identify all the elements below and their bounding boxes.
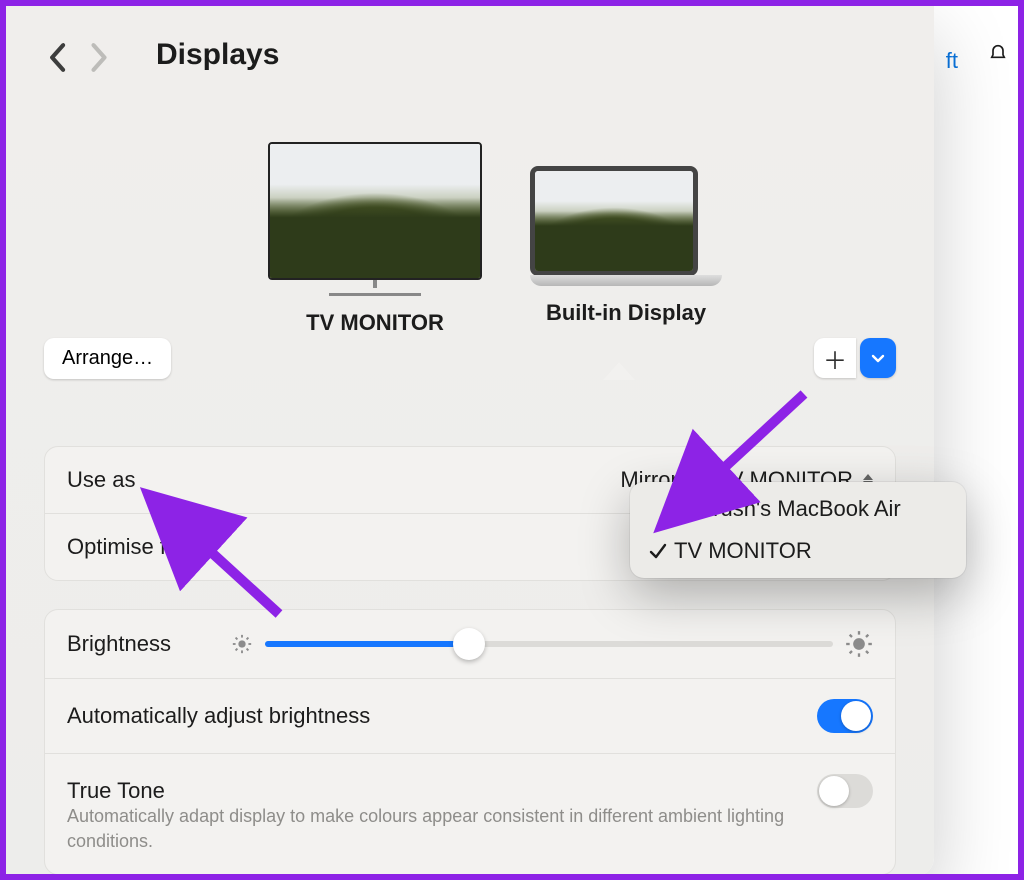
brightness-row: Brightness bbox=[45, 610, 895, 678]
add-display-button[interactable]: ＋ bbox=[814, 338, 856, 378]
true-tone-label: True Tone bbox=[67, 778, 165, 804]
true-tone-description: Automatically adapt display to make colo… bbox=[45, 804, 895, 874]
settings-group-brightness: Brightness Automatically adjust brightne… bbox=[44, 609, 896, 875]
nav-back-button[interactable] bbox=[48, 41, 70, 69]
add-display-group: ＋ bbox=[814, 338, 896, 378]
annotated-frame: ft Displays TV MONITOR Built-in D bbox=[0, 0, 1024, 880]
displays-settings-panel: Displays TV MONITOR Built-in Display Arr… bbox=[6, 6, 934, 876]
optimise-option-tv[interactable]: TV MONITOR bbox=[636, 530, 960, 572]
chevron-down-icon bbox=[870, 350, 886, 366]
popup-item-label: Paurush's MacBook Air bbox=[674, 496, 901, 522]
arrange-button[interactable]: Arrange… bbox=[44, 338, 171, 379]
brightness-slider[interactable] bbox=[231, 630, 873, 658]
brightness-high-icon bbox=[845, 630, 873, 658]
slider-track[interactable] bbox=[265, 641, 833, 647]
tv-monitor-icon bbox=[268, 142, 482, 280]
notification-bell-icon bbox=[988, 44, 1008, 68]
auto-brightness-toggle[interactable] bbox=[817, 699, 873, 733]
checkmark-icon bbox=[646, 542, 670, 560]
tv-stand-icon bbox=[329, 286, 421, 296]
use-as-label: Use as bbox=[67, 467, 135, 493]
optimise-for-label: Optimise for bbox=[67, 534, 186, 560]
macbook-base-icon bbox=[530, 275, 722, 286]
popup-item-label: TV MONITOR bbox=[674, 538, 812, 564]
brightness-label: Brightness bbox=[67, 631, 171, 657]
displays-picker: TV MONITOR Built-in Display bbox=[6, 142, 934, 342]
panel-header: Displays bbox=[6, 6, 934, 72]
background-text-fragment: ft bbox=[946, 48, 958, 74]
macbook-icon bbox=[530, 166, 698, 276]
display-label: TV MONITOR bbox=[268, 310, 482, 336]
auto-brightness-row: Automatically adjust brightness bbox=[45, 678, 895, 753]
add-display-dropdown-button[interactable] bbox=[860, 338, 896, 378]
brightness-low-icon bbox=[231, 633, 253, 655]
auto-brightness-label: Automatically adjust brightness bbox=[67, 703, 370, 729]
displays-toolbar: Arrange… ＋ bbox=[44, 338, 896, 382]
slider-knob[interactable] bbox=[453, 628, 485, 660]
page-title: Displays bbox=[156, 38, 279, 72]
optimise-option-macbook[interactable]: Paurush's MacBook Air bbox=[636, 488, 960, 530]
optimise-for-popup: Paurush's MacBook Air TV MONITOR bbox=[630, 482, 966, 578]
display-item-tv[interactable]: TV MONITOR bbox=[268, 142, 482, 336]
nav-forward-button[interactable] bbox=[88, 41, 110, 69]
true-tone-toggle[interactable] bbox=[817, 774, 873, 808]
display-item-builtin[interactable]: Built-in Display bbox=[530, 166, 722, 326]
slider-fill bbox=[265, 641, 469, 647]
display-label: Built-in Display bbox=[530, 300, 722, 326]
plus-icon: ＋ bbox=[823, 341, 847, 376]
